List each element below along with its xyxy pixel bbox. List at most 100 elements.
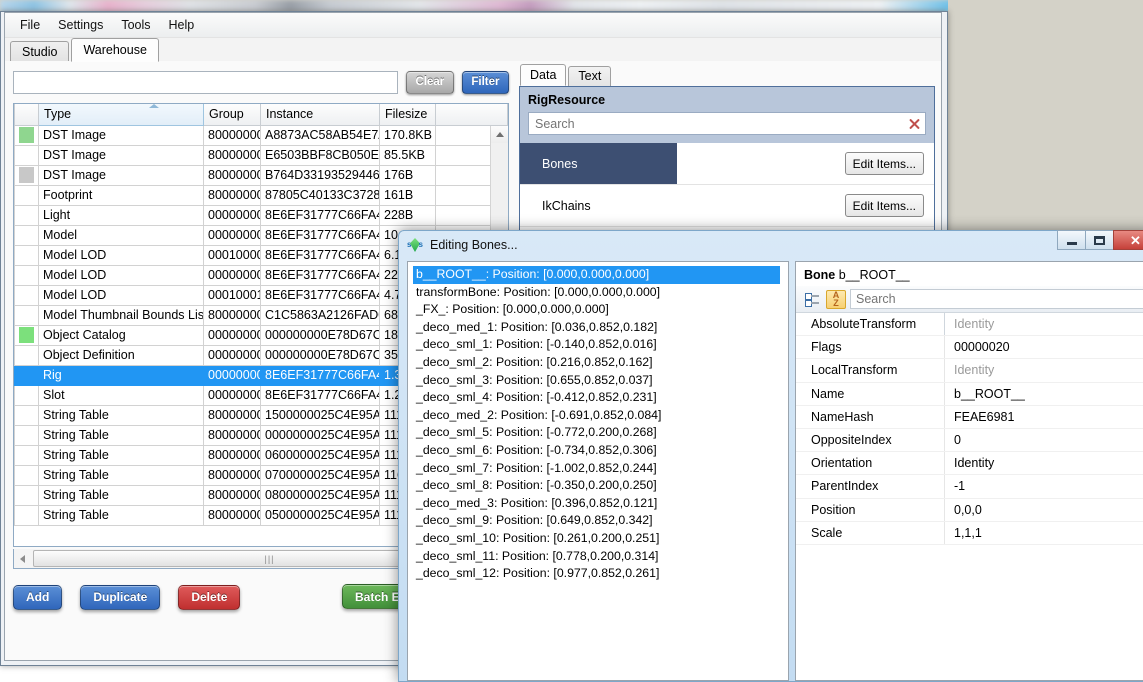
table-row[interactable]: DST Image 80000000 A8873AC58AB54E7A 170.8KB — [14, 124, 508, 146]
rig-property-value: Edit Items... — [677, 185, 934, 226]
delete-button[interactable]: Delete — [178, 584, 241, 610]
property-row[interactable]: NameHash FEAE6981 — [796, 405, 1143, 429]
filter-bar: Clear Filter — [9, 65, 509, 99]
scroll-up-icon[interactable] — [491, 126, 508, 143]
col-header-type[interactable]: Type — [38, 104, 204, 126]
close-button[interactable]: ✕ — [1113, 230, 1143, 250]
filter-button[interactable]: Filter — [461, 70, 509, 94]
clear-search-icon[interactable] — [907, 117, 921, 131]
bone-list[interactable]: b__ROOT__: Position: [0.000,0.000,0.000]… — [413, 266, 780, 680]
bone-list-item[interactable]: _deco_sml_9: Position: [0.649,0.852,0.34… — [413, 512, 780, 530]
bone-list-item[interactable]: _deco_sml_8: Position: [-0.350,0.200,0.2… — [413, 477, 780, 495]
rig-search-input[interactable] — [533, 115, 907, 132]
cell-filesize: 176B — [379, 164, 436, 186]
property-value[interactable]: b__ROOT__ — [944, 382, 1143, 405]
tab-data[interactable]: Data — [520, 64, 567, 86]
dialog-title-bar[interactable]: ss Editing Bones... ✕ — [399, 230, 1143, 259]
property-value[interactable]: FEAE6981 — [944, 405, 1143, 428]
property-key: Name — [811, 386, 845, 401]
bone-list-item[interactable]: transformBone: Position: [0.000,0.000,0.… — [413, 284, 780, 302]
property-value[interactable]: 0 — [944, 428, 1143, 452]
bone-list-item[interactable]: _deco_sml_3: Position: [0.655,0.852,0.03… — [413, 372, 780, 390]
property-row[interactable]: OppositeIndex 0 — [796, 428, 1143, 453]
property-value[interactable]: 0,0,0 — [944, 498, 1143, 521]
property-value[interactable]: Identity — [944, 359, 1143, 382]
cell-type: String Table — [38, 404, 204, 426]
cell-group: 80000000 — [203, 424, 261, 446]
property-row[interactable]: Flags 00000020 — [796, 336, 1143, 360]
dialog-title-text: Editing Bones... — [430, 238, 518, 252]
bone-list-item[interactable]: _deco_sml_7: Position: [-1.002,0.852,0.2… — [413, 460, 780, 478]
bone-list-item[interactable]: _deco_med_3: Position: [0.396,0.852,0.12… — [413, 495, 780, 513]
cell-group: 80000000 — [203, 164, 261, 186]
cell-swatch — [14, 224, 39, 246]
bone-list-item[interactable]: _deco_sml_11: Position: [0.778,0.200,0.3… — [413, 548, 780, 566]
clear-button[interactable]: Clear — [406, 70, 454, 94]
property-value[interactable]: -1 — [944, 475, 1143, 498]
table-row[interactable]: Light 00000000 8E6EF31777C66FA4 228B — [14, 204, 508, 226]
cell-filesize: 228B — [379, 204, 436, 226]
tab-studio[interactable]: Studio — [10, 41, 70, 62]
edit-items-button[interactable]: Edit Items... — [844, 152, 924, 175]
duplicate-button[interactable]: Duplicate — [80, 584, 161, 610]
col-header-filesize[interactable]: Filesize — [379, 104, 436, 126]
bone-list-item[interactable]: _deco_sml_6: Position: [-0.734,0.852,0.3… — [413, 442, 780, 460]
property-value[interactable]: 00000020 — [944, 336, 1143, 359]
table-row[interactable]: Footprint 80000000 87805C40133C3728 161B — [14, 184, 508, 206]
col-header-instance[interactable]: Instance — [260, 104, 380, 126]
tab-warehouse[interactable]: Warehouse — [71, 38, 159, 62]
bone-list-item[interactable]: _deco_sml_1: Position: [-0.140,0.852,0.0… — [413, 336, 780, 354]
rig-property-key: IkChains — [542, 198, 591, 213]
col-header-extra[interactable] — [435, 104, 508, 126]
bone-list-item[interactable]: _deco_sml_10: Position: [0.261,0.200,0.2… — [413, 530, 780, 548]
property-row[interactable]: Name b__ROOT__ — [796, 382, 1143, 406]
menu-tools[interactable]: Tools — [112, 15, 159, 35]
rig-property-row[interactable]: Bones Edit Items... — [520, 143, 934, 185]
bone-list-item[interactable]: _deco_sml_12: Position: [0.977,0.852,0.2… — [413, 565, 780, 583]
property-row[interactable]: Position 0,0,0 — [796, 498, 1143, 522]
property-value[interactable]: Identity — [944, 452, 1143, 475]
property-row[interactable]: AbsoluteTransform Identity — [796, 313, 1143, 337]
bone-list-item[interactable]: _FX_: Position: [0.000,0.000,0.000] — [413, 301, 780, 319]
restore-button[interactable] — [1085, 230, 1113, 250]
edit-items-button[interactable]: Edit Items... — [844, 194, 924, 217]
property-row[interactable]: LocalTransform Identity — [796, 359, 1143, 383]
scroll-left-icon[interactable] — [14, 550, 31, 568]
property-value[interactable]: Identity — [944, 313, 1143, 336]
bone-name-value: b__ROOT__ — [838, 268, 910, 282]
cell-instance: 000000000E78D67C — [260, 324, 380, 346]
property-key: Scale — [811, 525, 843, 540]
cell-swatch — [14, 244, 39, 266]
minimize-button[interactable] — [1057, 230, 1085, 250]
tab-text[interactable]: Text — [568, 66, 612, 86]
table-row[interactable]: DST Image 80000000 E6503BBF8CB050E7 85.5KB — [14, 144, 508, 166]
bone-list-item[interactable]: _deco_sml_4: Position: [-0.412,0.852,0.2… — [413, 389, 780, 407]
property-value[interactable]: 1,1,1 — [944, 521, 1143, 544]
bone-list-item[interactable]: _deco_med_2: Position: [-0.691,0.852,0.0… — [413, 407, 780, 425]
bone-list-item[interactable]: _deco_sml_2: Position: [0.216,0.852,0.16… — [413, 354, 780, 372]
menu-settings[interactable]: Settings — [49, 15, 112, 35]
table-row[interactable]: DST Image 80000000 B764D33193529446 176B — [14, 164, 508, 186]
col-header-group[interactable]: Group — [203, 104, 261, 126]
cell-swatch — [14, 384, 39, 406]
rig-property-row[interactable]: IkChains Edit Items... — [520, 185, 934, 227]
property-row[interactable]: ParentIndex -1 — [796, 475, 1143, 499]
alphabetical-sort-icon[interactable]: AZ — [826, 289, 846, 309]
categorized-view-icon[interactable] — [802, 290, 822, 309]
menu-help[interactable]: Help — [160, 15, 204, 35]
cell-group: 80000000 — [203, 484, 261, 506]
minimize-icon — [1066, 241, 1077, 245]
bone-list-item[interactable]: _deco_sml_5: Position: [-0.772,0.200,0.2… — [413, 424, 780, 442]
menu-file[interactable]: File — [11, 15, 49, 35]
bone-list-panel[interactable]: b__ROOT__: Position: [0.000,0.000,0.000]… — [407, 261, 789, 681]
bone-list-item[interactable]: b__ROOT__: Position: [0.000,0.000,0.000] — [413, 266, 780, 284]
filter-input[interactable] — [13, 70, 398, 94]
add-button[interactable]: Add — [13, 584, 63, 610]
property-search-input[interactable] — [850, 289, 1143, 309]
bone-list-item[interactable]: _deco_med_1: Position: [0.036,0.852,0.18… — [413, 319, 780, 337]
bone-list-scrollbar[interactable] — [780, 262, 788, 680]
col-header-swatch[interactable] — [14, 104, 39, 126]
property-row[interactable]: Scale 1,1,1 — [796, 521, 1143, 545]
property-row[interactable]: Orientation Identity — [796, 452, 1143, 476]
cell-instance: 000000000E78D67C — [260, 344, 380, 366]
